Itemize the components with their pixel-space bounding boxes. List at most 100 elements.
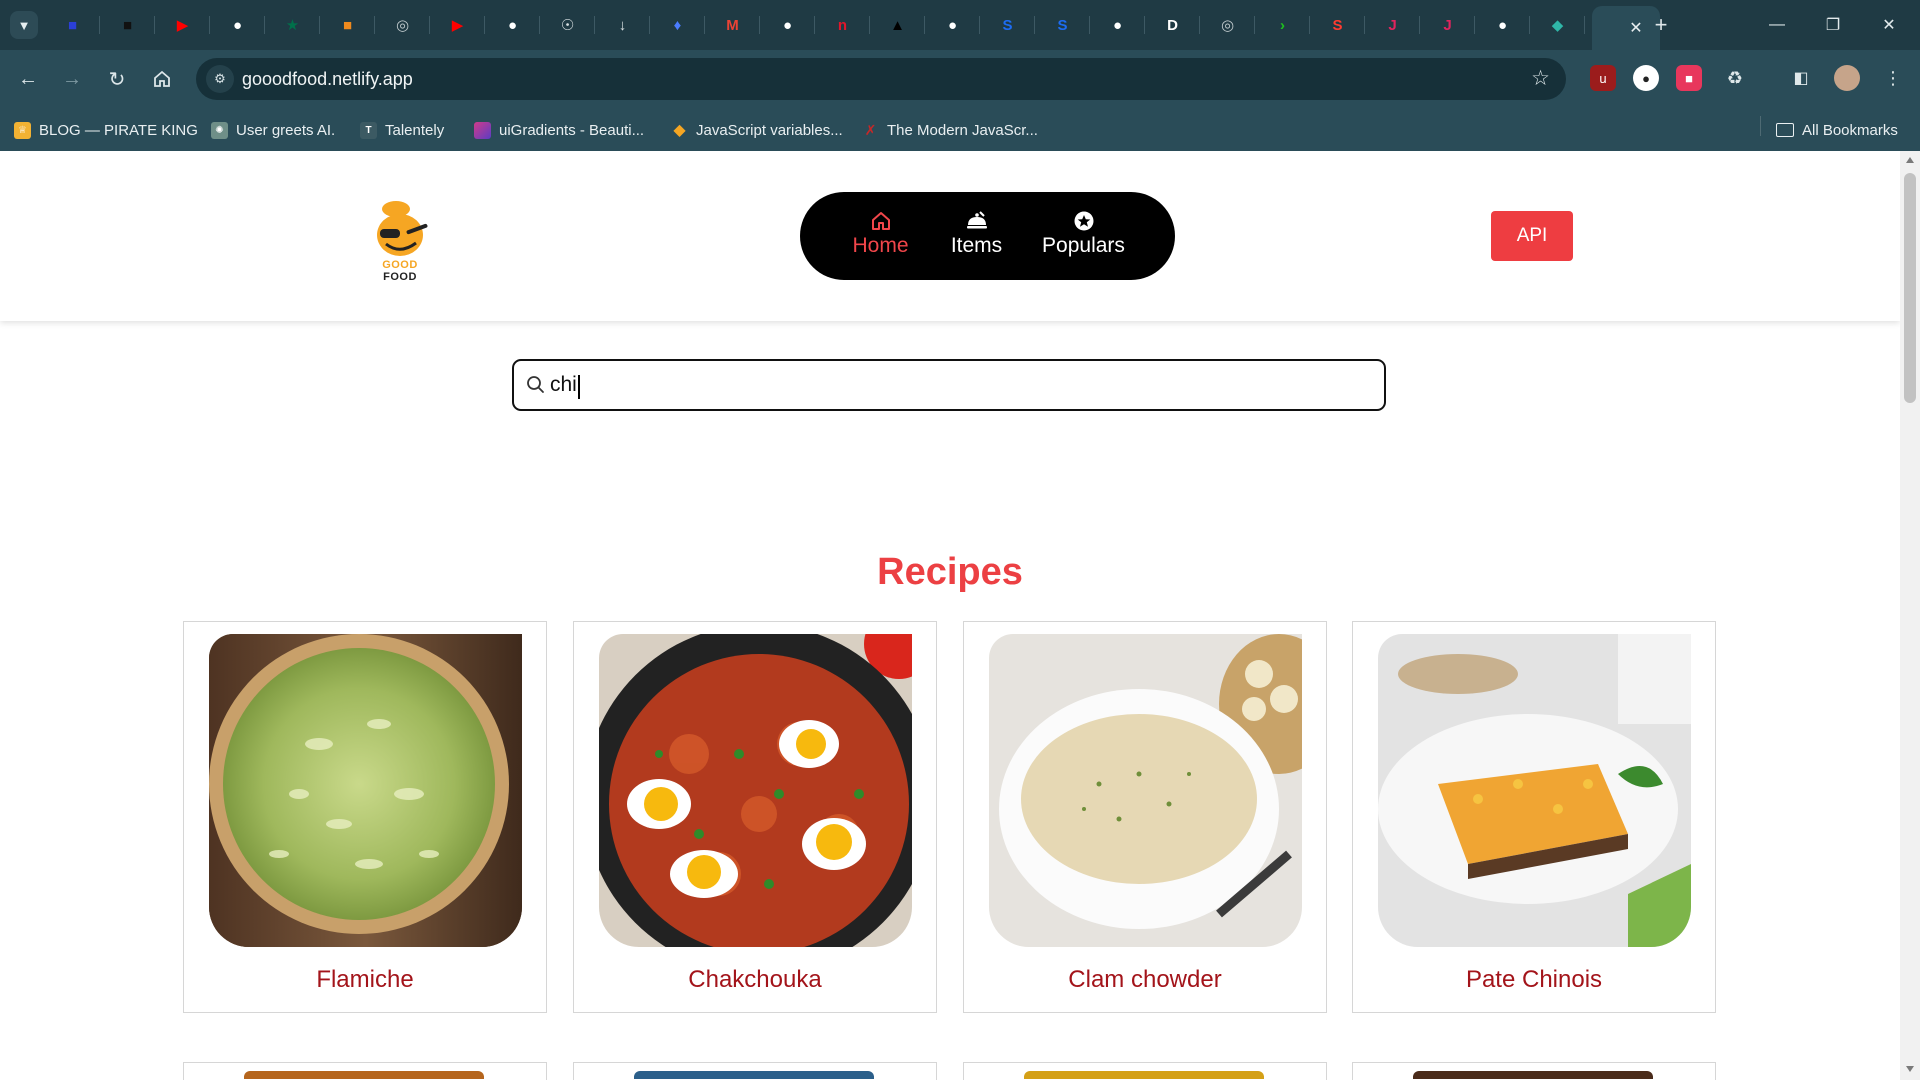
home-button[interactable] — [146, 63, 178, 95]
scroll-down-arrow[interactable] — [1906, 1066, 1914, 1072]
browser-tab[interactable]: ● — [760, 6, 815, 44]
search-input[interactable] — [550, 369, 1370, 401]
bookmark-label: User greets AI. — [236, 121, 336, 139]
forward-button[interactable]: → — [56, 63, 88, 95]
browser-tab[interactable]: ☉ — [540, 6, 595, 44]
recipe-card[interactable] — [573, 1062, 937, 1080]
browser-tab[interactable]: S — [1310, 6, 1365, 44]
bookmark-item[interactable]: ✗ The Modern JavaScr... — [862, 119, 1038, 141]
bookmark-star-icon[interactable]: ☆ — [1531, 66, 1550, 91]
chatgpt-icon: ✺ — [211, 121, 228, 139]
api-button[interactable]: API — [1491, 211, 1573, 261]
browser-tab[interactable]: ■ — [45, 6, 100, 44]
bookmark-item[interactable]: T Talentely — [360, 119, 444, 141]
browser-tab[interactable]: J — [1420, 6, 1475, 44]
diamond-icon: ◆ — [673, 122, 686, 139]
site-logo[interactable]: GOOD FOOD — [358, 199, 442, 283]
download-icon: ↓ — [618, 16, 627, 34]
browser-tab[interactable]: ● — [1475, 6, 1530, 44]
tab-search-button[interactable]: ▼ — [10, 11, 38, 39]
menu-kebab-icon[interactable]: ⋮ — [1880, 65, 1906, 91]
minimize-button[interactable]: — — [1754, 10, 1800, 40]
browser-tab[interactable]: S — [980, 6, 1035, 44]
pink-extension-icon[interactable]: ■ — [1676, 65, 1702, 91]
recipe-image — [634, 1071, 874, 1079]
t-icon: T — [360, 121, 377, 139]
circle-extension-icon[interactable]: ● — [1633, 65, 1659, 91]
x-icon: ✗ — [864, 121, 877, 138]
browser-tab[interactable]: ◎ — [375, 6, 430, 44]
recipe-card[interactable]: Pate Chinois — [1352, 621, 1716, 1013]
browser-tab[interactable]: › — [1255, 6, 1310, 44]
recipe-image-pate-chinois — [1378, 634, 1691, 947]
bookmark-item[interactable]: uiGradients - Beauti... — [474, 119, 644, 141]
nav-items[interactable]: Items — [929, 192, 1025, 280]
ublock-extension-icon[interactable]: u — [1590, 65, 1616, 91]
browser-tab[interactable]: ▲ — [870, 6, 925, 44]
bookmark-item[interactable]: ◆ JavaScript variables... — [671, 119, 842, 141]
extensions-puzzle-icon[interactable]: ♻ — [1722, 65, 1748, 91]
recipe-card[interactable] — [1352, 1062, 1716, 1080]
close-window-button[interactable]: ✕ — [1866, 10, 1912, 40]
bookmark-item[interactable]: ✺ User greets AI. — [211, 119, 335, 141]
browser-tab[interactable]: ■ — [100, 6, 155, 44]
bookmark-label: The Modern JavaScr... — [887, 121, 1038, 139]
browser-tab[interactable]: S — [1035, 6, 1090, 44]
s-icon: S — [1057, 16, 1068, 34]
nav-home-label: Home — [852, 234, 909, 257]
terminal-icon: › — [1280, 16, 1285, 34]
blue-square-icon: ■ — [67, 16, 78, 34]
nav-populars-label: Populars — [1042, 234, 1125, 257]
browser-tab[interactable]: ▶ — [155, 6, 210, 44]
bookmark-label: uiGradients - Beauti... — [499, 121, 645, 139]
address-bar[interactable]: ⚙ gooodfood.netlify.app ☆ — [196, 58, 1566, 100]
browser-tab[interactable]: ↓ — [595, 6, 650, 44]
back-button[interactable]: ← — [12, 63, 44, 95]
search-box[interactable] — [512, 359, 1386, 411]
j-icon: J — [1388, 16, 1397, 34]
nav-home[interactable]: Home — [833, 192, 929, 280]
bookmark-item[interactable]: ♕ BLOG — PIRATE KING — [14, 119, 198, 141]
site-header: GOOD FOOD Home Items Populars API — [0, 151, 1900, 321]
recipe-card[interactable] — [963, 1062, 1327, 1080]
recipe-image — [1024, 1071, 1264, 1079]
recipe-card[interactable]: Clam chowder — [963, 621, 1327, 1013]
triangle-icon: ▲ — [890, 16, 905, 34]
side-panel-icon[interactable]: ◧ — [1788, 65, 1814, 91]
recipe-name: Chakchouka — [688, 966, 822, 993]
profile-avatar[interactable] — [1834, 65, 1860, 91]
restore-button[interactable]: ❐ — [1810, 10, 1856, 40]
home-icon — [154, 70, 170, 87]
recipe-image-flamiche — [209, 634, 522, 947]
page-scrollbar[interactable] — [1900, 151, 1920, 1080]
browser-tab[interactable]: ● — [485, 6, 540, 44]
browser-tab[interactable]: ★ — [265, 6, 320, 44]
browser-tab[interactable]: ◎ — [1200, 6, 1255, 44]
browser-tab[interactable]: ● — [210, 6, 265, 44]
browser-tab[interactable]: ♦ — [650, 6, 705, 44]
site-info-icon[interactable]: ⚙ — [206, 65, 234, 93]
browser-tab[interactable]: J — [1365, 6, 1420, 44]
scroll-up-arrow[interactable] — [1906, 157, 1914, 163]
browser-tab[interactable]: ● — [925, 6, 980, 44]
close-tab-icon[interactable]: ✕ — [1629, 18, 1642, 38]
recipe-card[interactable] — [183, 1062, 547, 1080]
browser-tab[interactable]: ◆ — [1530, 6, 1585, 44]
browser-tab[interactable]: D — [1145, 6, 1200, 44]
tab-strip: ▼ ■ ■ ▶ ● ★ ■ ◎ ▶ ● ☉ ↓ ♦ M ● n ▲ ● S S ● D ◎ › S J J ● ◆ ✕ + — ❐ ✕ — [0, 0, 1920, 50]
scroll-thumb[interactable] — [1904, 173, 1916, 403]
github-icon: ● — [232, 16, 243, 34]
recipe-card[interactable]: Chakchouka — [573, 621, 937, 1013]
browser-tab[interactable]: ● — [1090, 6, 1145, 44]
recipe-name: Clam chowder — [1068, 966, 1222, 993]
nav-populars[interactable]: Populars — [1025, 192, 1143, 280]
new-tab-button[interactable]: + — [1648, 12, 1674, 38]
browser-tab[interactable]: ▶ — [430, 6, 485, 44]
logo-text: GOOD FOOD — [382, 259, 418, 283]
browser-tab[interactable]: ■ — [320, 6, 375, 44]
reload-button[interactable]: ↻ — [101, 63, 133, 95]
browser-tab[interactable]: M — [705, 6, 760, 44]
all-bookmarks-button[interactable]: All Bookmarks — [1776, 119, 1898, 141]
browser-tab[interactable]: n — [815, 6, 870, 44]
recipe-card[interactable]: Flamiche — [183, 621, 547, 1013]
